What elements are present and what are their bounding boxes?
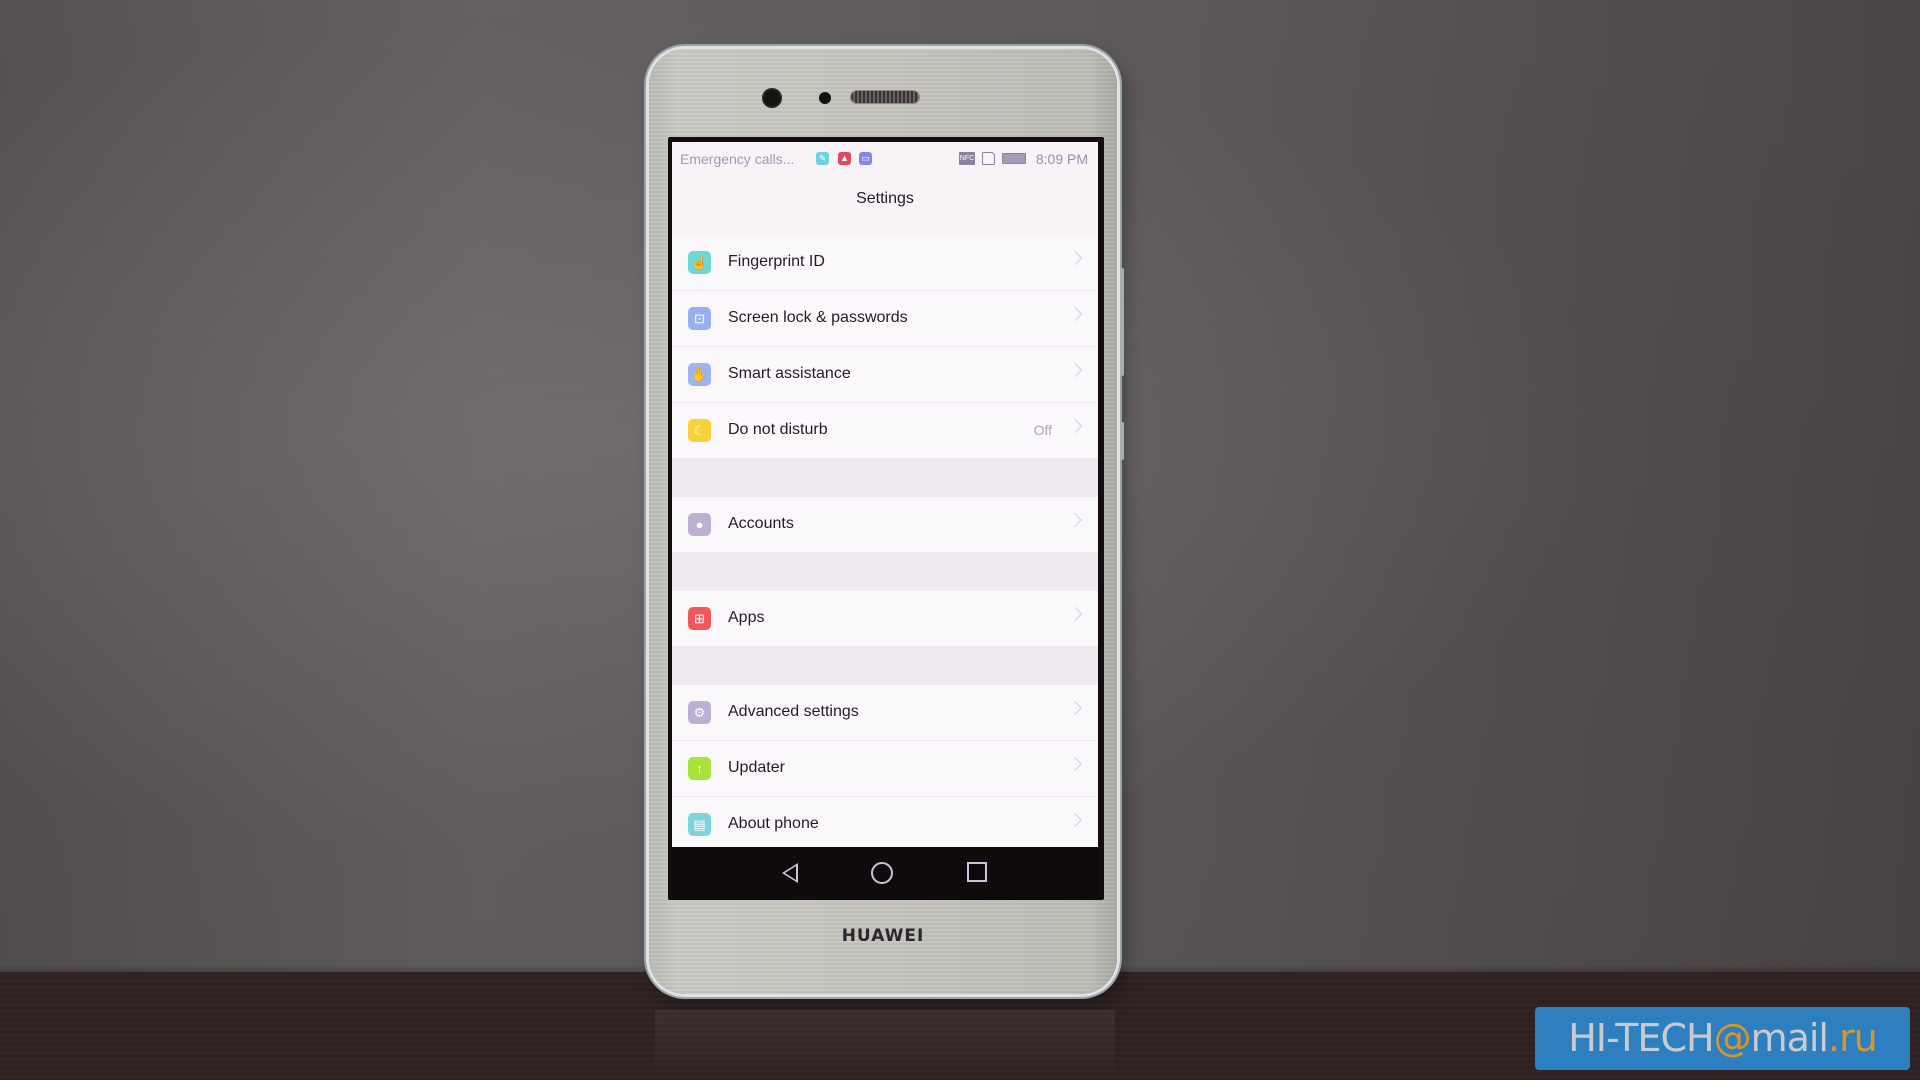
settings-item-updater[interactable]: ↑ Updater (672, 741, 1098, 797)
phone-display: Emergency calls... ✎ ▲ ▭ NFC 8:09 PM Set… (672, 142, 1098, 847)
settings-list: ☝ Fingerprint ID ⊡ Screen lock & passwor… (672, 235, 1098, 847)
home-icon[interactable] (871, 862, 893, 884)
lock-icon: ⊡ (688, 307, 711, 330)
chevron-right-icon (1067, 700, 1083, 716)
nfc-icon: NFC (959, 152, 975, 165)
settings-item-fingerprint-id[interactable]: ☝ Fingerprint ID (672, 235, 1098, 291)
settings-item-advanced-settings[interactable]: ⚙ Advanced settings (672, 685, 1098, 741)
group-divider (672, 459, 1098, 497)
earpiece-speaker (851, 91, 919, 103)
watermark-logo: HI-TECH@mail.ru (1535, 1007, 1910, 1070)
chevron-right-icon (1067, 756, 1083, 772)
arrow-up-icon: ↑ (688, 757, 711, 780)
volume-button[interactable] (1120, 268, 1124, 376)
hand-icon: ✋ (688, 363, 711, 386)
proximity-sensor (819, 92, 831, 104)
sim-card-icon (982, 152, 995, 165)
phone-info-icon: ▤ (688, 813, 711, 836)
fingerprint-icon: ☝ (688, 251, 711, 274)
apps-grid-icon: ⊞ (688, 607, 711, 630)
moon-icon: ☾ (688, 419, 711, 442)
chevron-right-icon (1067, 606, 1083, 622)
settings-item-screen-lock[interactable]: ⊡ Screen lock & passwords (672, 291, 1098, 347)
recents-icon[interactable] (967, 862, 987, 882)
settings-item-about-phone[interactable]: ▤ About phone (672, 797, 1098, 847)
group-divider (672, 553, 1098, 591)
navigation-bar (672, 847, 1098, 900)
gear-icon: ⚙ (688, 701, 711, 724)
front-camera (762, 88, 782, 108)
carrier-text: Emergency calls... (680, 151, 795, 167)
chevron-right-icon (1067, 250, 1083, 266)
document-icon: ▭ (859, 152, 872, 165)
settings-item-accounts[interactable]: ● Accounts (672, 497, 1098, 553)
settings-item-smart-assistance[interactable]: ✋ Smart assistance (672, 347, 1098, 403)
chevron-right-icon (1067, 418, 1083, 434)
warning-icon: ▲ (838, 152, 851, 165)
settings-item-apps[interactable]: ⊞ Apps (672, 591, 1098, 647)
do-not-disturb-status: Off (1033, 422, 1052, 438)
edit-note-icon: ✎ (816, 152, 829, 165)
power-button[interactable] (1120, 422, 1124, 460)
chevron-right-icon (1067, 512, 1083, 528)
page-title: Settings (856, 190, 914, 207)
status-bar: Emergency calls... ✎ ▲ ▭ NFC 8:09 PM (672, 142, 1098, 172)
battery-icon (1002, 153, 1026, 164)
phone-reflection (655, 1010, 1115, 1080)
chevron-right-icon (1067, 812, 1083, 828)
settings-item-do-not-disturb[interactable]: ☾ Do not disturb Off (672, 403, 1098, 459)
clock: 8:09 PM (1035, 151, 1088, 167)
chevron-right-icon (1067, 362, 1083, 378)
group-divider (672, 647, 1098, 685)
chevron-right-icon (1067, 306, 1083, 322)
user-icon: ● (688, 513, 711, 536)
brand-logo: HUAWEI (841, 926, 925, 946)
